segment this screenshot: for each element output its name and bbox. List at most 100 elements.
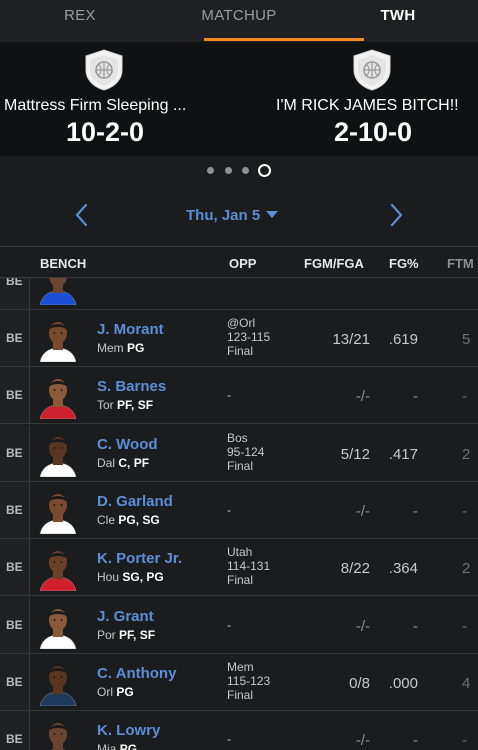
stats-table-header: BENCH OPP FGM/FGA FG% FTM <box>0 246 478 278</box>
table-row[interactable]: BE Phi C - -/- - - <box>0 278 478 310</box>
slot-position: BE <box>6 503 23 517</box>
player-name-link[interactable]: J. Morant <box>97 321 164 338</box>
chevron-right-icon[interactable] <box>384 201 408 229</box>
caret-down-icon <box>266 211 279 218</box>
player-headshot-avatar <box>39 322 77 362</box>
player-positions: PF, SF <box>119 628 156 642</box>
fgm-fga-value: -/- <box>355 732 370 749</box>
table-row[interactable]: BE D. Garland Cle PG, SG - -/- - - <box>0 482 478 539</box>
player-positions: PG <box>127 341 145 355</box>
fg-pct-value: - <box>413 503 418 520</box>
chevron-left-icon[interactable] <box>70 201 94 229</box>
date-navigation: Thu, Jan 5 <box>0 195 478 235</box>
tab-twh[interactable]: TWH <box>358 0 438 42</box>
player-headshot-avatar <box>39 494 77 534</box>
opp-value: - <box>227 732 231 746</box>
ftm-value: 5 <box>462 331 471 348</box>
team-right[interactable]: I'M RICK JAMES BITCH!! 2-10-0 <box>268 42 478 156</box>
player-headshot-avatar <box>49 723 67 750</box>
team-tab-bar: REX MATCHUP TWH <box>0 0 478 42</box>
date-dropdown[interactable]: Thu, Jan 5 <box>186 207 296 227</box>
position-cell: BE <box>0 482 30 538</box>
player-headshot-avatar <box>39 379 77 419</box>
opp-value: - <box>227 618 231 632</box>
player-positions: SG, PG <box>122 570 164 584</box>
tab-matchup[interactable]: MATCHUP <box>190 0 288 42</box>
slot-position: BE <box>6 388 23 402</box>
ftm-value: 2 <box>462 560 471 577</box>
fgm-fga-value: -/- <box>355 503 370 520</box>
position-cell: BE <box>0 539 30 595</box>
position-cell: BE <box>0 367 30 423</box>
position-cell: BE <box>0 310 30 366</box>
fg-pct-value: - <box>413 732 418 749</box>
player-positions: PG <box>116 685 134 699</box>
fg-pct-value: - <box>413 618 418 635</box>
player-headshot-avatar <box>39 666 77 706</box>
player-name-link[interactable]: C. Anthony <box>97 665 176 682</box>
player-name-link[interactable]: D. Garland <box>97 493 173 510</box>
column-header-ftm[interactable]: FTM <box>447 256 474 271</box>
ftm-value: - <box>462 503 467 520</box>
opponent-cell: - <box>227 367 297 424</box>
table-row[interactable]: BE K. Lowry Mia PG - -/- - - <box>0 711 478 750</box>
player-team-position: Cle PG, SG <box>97 513 160 527</box>
page-dot[interactable] <box>242 167 249 174</box>
bench-player-list: BE Phi C - -/- - - BE <box>0 278 478 750</box>
slot-position: BE <box>6 618 23 632</box>
opponent-cell: - <box>227 482 297 539</box>
table-row[interactable]: BE J. Morant Mem PG @Orl 123-115 Final 13/… <box>0 310 478 367</box>
opponent-cell: Mem 115-123 Final <box>227 654 297 711</box>
page-dot-active[interactable] <box>258 164 271 177</box>
opp-value: - <box>227 503 231 517</box>
player-name-link[interactable]: K. Porter Jr. <box>97 550 182 567</box>
fgm-fga-value: 0/8 <box>349 675 370 692</box>
fgm-fga-value: 13/21 <box>332 331 370 348</box>
player-name-link[interactable]: K. Lowry <box>97 722 160 739</box>
player-headshot-avatar <box>39 609 77 649</box>
fgm-fga-value: -/- <box>355 388 370 405</box>
column-header-fgm-fga[interactable]: FGM/FGA <box>304 256 364 271</box>
player-name-link[interactable]: J. Grant <box>97 608 154 625</box>
player-team: Orl <box>97 685 113 699</box>
page-dot[interactable] <box>225 167 232 174</box>
fg-pct-value: .619 <box>388 331 418 348</box>
opp-line: Bos <box>227 431 248 445</box>
opp-line: Final <box>227 688 254 702</box>
position-cell: BE <box>0 278 30 309</box>
table-row[interactable]: BE K. Porter Jr. Hou SG, PG Utah 114-131 F… <box>0 539 478 596</box>
table-row[interactable]: BE S. Barnes Tor PF, SF - -/- - - <box>0 367 478 424</box>
player-name-link[interactable]: C. Wood <box>97 436 158 453</box>
player-positions: PG, SG <box>118 513 160 527</box>
team-left-record: 10-2-0 <box>65 117 145 147</box>
player-team: Dal <box>97 456 116 470</box>
player-team-position: Hou SG, PG <box>97 570 164 584</box>
fg-pct-value: .000 <box>388 675 418 692</box>
page-dot[interactable] <box>207 167 214 174</box>
player-positions: PG <box>119 742 138 750</box>
opp-line: Final <box>227 459 254 473</box>
opp-line: Final <box>227 573 254 587</box>
opponent-cell: - <box>227 278 297 292</box>
team-left[interactable]: Mattress Firm Sleeping ... 10-2-0 <box>0 42 210 156</box>
opp-line: Final <box>227 344 254 358</box>
tab-rex[interactable]: REX <box>40 0 120 42</box>
ftm-value: - <box>462 388 467 405</box>
slot-position: BE <box>6 560 23 574</box>
column-header-fg-pct[interactable]: FG% <box>389 256 419 271</box>
ftm-value: - <box>462 618 467 635</box>
table-row[interactable]: BE C. Anthony Orl PG Mem 115-123 Final 0/8… <box>0 654 478 711</box>
table-row[interactable]: BE J. Grant Por PF, SF - -/- - - <box>0 597 478 654</box>
opponent-cell: Utah 114-131 Final <box>227 539 297 596</box>
player-team-position: Orl PG <box>97 685 134 699</box>
player-headshot-avatar <box>39 437 77 477</box>
fg-pct-value: - <box>413 388 418 405</box>
player-team: Hou <box>97 570 120 584</box>
team-logo-shield-icon <box>353 49 391 91</box>
table-row[interactable]: BE C. Wood Dal C, PF Bos 95-124 Final 5/12… <box>0 425 478 482</box>
player-team-position: Tor PF, SF <box>97 398 153 412</box>
active-tab-indicator <box>204 38 364 41</box>
player-name-link[interactable]: S. Barnes <box>97 378 166 395</box>
team-left-name: Mattress Firm Sleeping ... <box>4 97 187 114</box>
column-header-bench: BENCH <box>40 256 87 271</box>
